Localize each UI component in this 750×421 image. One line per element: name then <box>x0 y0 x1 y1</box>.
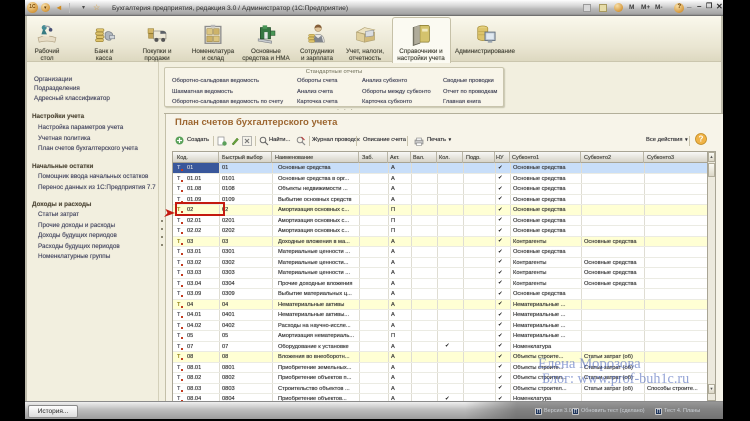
svg-text:?: ? <box>699 135 704 144</box>
